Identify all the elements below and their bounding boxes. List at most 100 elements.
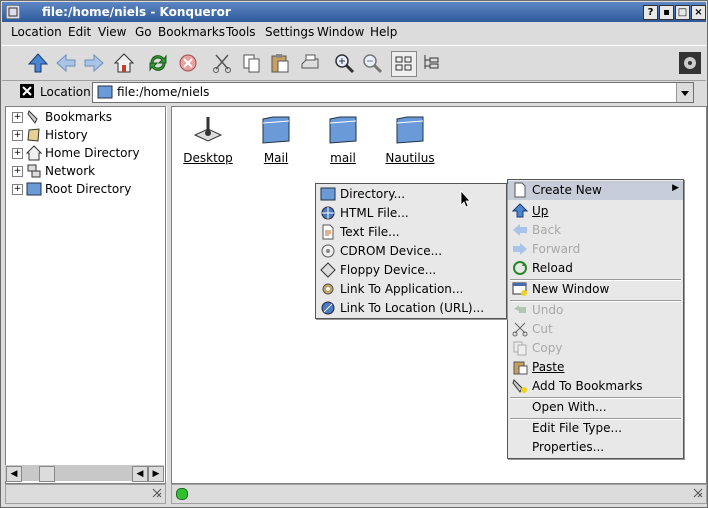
home-icon [113, 53, 135, 73]
menu-tools[interactable]: Tools [226, 25, 256, 39]
history-icon [27, 128, 40, 142]
forward-button[interactable] [82, 51, 106, 75]
print-button[interactable] [298, 51, 322, 75]
cut-button[interactable] [210, 51, 234, 75]
folder-mail[interactable]: Mail [246, 113, 306, 165]
folder-icon [396, 116, 424, 144]
resize-grip-icon[interactable] [151, 487, 163, 499]
gear-icon [679, 52, 701, 74]
scissors-icon [213, 54, 231, 73]
submenu-item-cdrom[interactable]: CDROM Device... [316, 242, 506, 261]
menu-item-up[interactable]: Up [508, 202, 683, 221]
menu-view[interactable]: View [98, 25, 126, 39]
zoom-in-button[interactable] [332, 51, 356, 75]
submenu-item-floppy[interactable]: Floppy Device... [316, 261, 506, 280]
zoom-out-button[interactable] [360, 51, 384, 75]
folder-nautilus[interactable]: Nautilus [380, 113, 440, 165]
up-button[interactable] [26, 51, 50, 75]
menu-item-add-bookmarks[interactable]: Add To Bookmarks [508, 377, 683, 396]
konqueror-app-icon[interactable] [6, 5, 20, 19]
menu-bookmarks[interactable]: Bookmarks [158, 25, 225, 39]
floppy-icon [320, 262, 336, 278]
expand-icon[interactable]: + [12, 112, 23, 123]
folder-mail-lower[interactable]: mail [313, 113, 373, 165]
folder-icon [320, 187, 336, 201]
mouse-cursor-icon [460, 190, 471, 208]
close-button[interactable]: × [691, 5, 706, 20]
scroll-thumb[interactable] [39, 466, 55, 482]
clear-location-icon[interactable] [20, 84, 34, 98]
paste-icon [513, 361, 528, 375]
menu-item-open-with[interactable]: Open With... [508, 398, 683, 417]
submenu-item-directory[interactable]: Directory... [316, 185, 506, 204]
location-input[interactable]: file:/home/niels [92, 82, 694, 103]
folder-icon [329, 116, 357, 144]
create-new-submenu: Directory... HTML File... Text File... C… [315, 183, 507, 319]
location-bar: Location file:/home/niels [2, 80, 706, 104]
minimize-button[interactable]: ▪ [659, 5, 674, 20]
menu-edit[interactable]: Edit [68, 25, 91, 39]
paste-button[interactable] [268, 51, 292, 75]
zoom-out-icon [363, 54, 383, 74]
scroll-right-icon[interactable]: ▶ [148, 466, 164, 482]
menu-item-reload[interactable]: Reload [508, 259, 683, 278]
stop-button[interactable] [176, 51, 200, 75]
reload-icon [149, 54, 167, 72]
submenu-item-text-file[interactable]: Text File... [316, 223, 506, 242]
reload-button[interactable] [146, 51, 170, 75]
scroll-left-icon[interactable]: ◀ [6, 466, 22, 482]
submenu-item-link-url[interactable]: Link To Location (URL)... [316, 299, 506, 318]
text-file-icon [322, 224, 334, 240]
back-button[interactable] [54, 51, 78, 75]
expand-icon[interactable]: + [12, 184, 23, 195]
menu-go[interactable]: Go [135, 25, 152, 39]
home-button[interactable] [112, 51, 136, 75]
tree-view-icon [424, 55, 439, 69]
sidebar-horizontal-scrollbar[interactable]: ◀ ◀ ▶ [5, 465, 164, 482]
printer-icon [301, 54, 319, 69]
menu-location[interactable]: Location [11, 25, 62, 39]
maximize-button[interactable]: □ [675, 5, 690, 20]
expand-icon[interactable]: + [12, 130, 23, 141]
chevron-down-icon [681, 91, 689, 96]
title-bar[interactable]: file:/home/niels - Konqueror ? ▪ □ × [2, 2, 706, 22]
location-dropdown-button[interactable] [676, 83, 693, 102]
menu-item-create-new[interactable]: Create New ▶ [508, 181, 683, 200]
menu-item-back: Back [508, 221, 683, 240]
undo-icon [514, 305, 526, 313]
copy-button[interactable] [240, 51, 264, 75]
back-arrow-icon [56, 53, 76, 73]
konqueror-window: file:/home/niels - Konqueror ? ▪ □ × Loc… [0, 0, 708, 508]
bookmark-add-icon [512, 379, 527, 393]
menu-settings[interactable]: Settings [265, 25, 314, 39]
menu-window[interactable]: Window [317, 25, 364, 39]
expand-icon[interactable]: + [12, 166, 23, 177]
main-statusbar [171, 484, 707, 504]
menu-help[interactable]: Help [370, 25, 397, 39]
expand-icon[interactable]: + [12, 148, 23, 159]
file-desktop[interactable]: Desktop [178, 113, 238, 165]
tree-view-button[interactable] [420, 51, 444, 75]
context-menu: Create New ▶ Up Back Forward Reload New … [507, 179, 684, 459]
bookmark-icon [27, 110, 38, 124]
back-arrow-icon [513, 224, 527, 236]
up-arrow-icon [27, 53, 49, 73]
icon-view-button[interactable] [391, 51, 417, 77]
folder-icon [97, 85, 113, 99]
zoom-in-icon [335, 54, 355, 74]
activity-indicator [678, 51, 702, 75]
menu-item-paste[interactable]: Paste [508, 358, 683, 377]
menu-item-properties[interactable]: Properties... [508, 438, 683, 457]
menu-item-copy: Copy [508, 339, 683, 358]
help-button[interactable]: ? [643, 5, 658, 20]
menu-item-edit-file-type[interactable]: Edit File Type... [508, 419, 683, 438]
copy-icon [243, 54, 260, 73]
submenu-item-link-application[interactable]: Link To Application... [316, 280, 506, 299]
scroll-left-icon-2[interactable]: ◀ [132, 466, 148, 482]
status-indicator [176, 488, 188, 500]
resize-grip-icon[interactable] [692, 487, 704, 499]
menu-item-new-window[interactable]: New Window [508, 280, 683, 299]
window-title: file:/home/niels - Konqueror [42, 5, 231, 19]
reload-icon [513, 261, 527, 275]
submenu-item-html-file[interactable]: HTML File... [316, 204, 506, 223]
